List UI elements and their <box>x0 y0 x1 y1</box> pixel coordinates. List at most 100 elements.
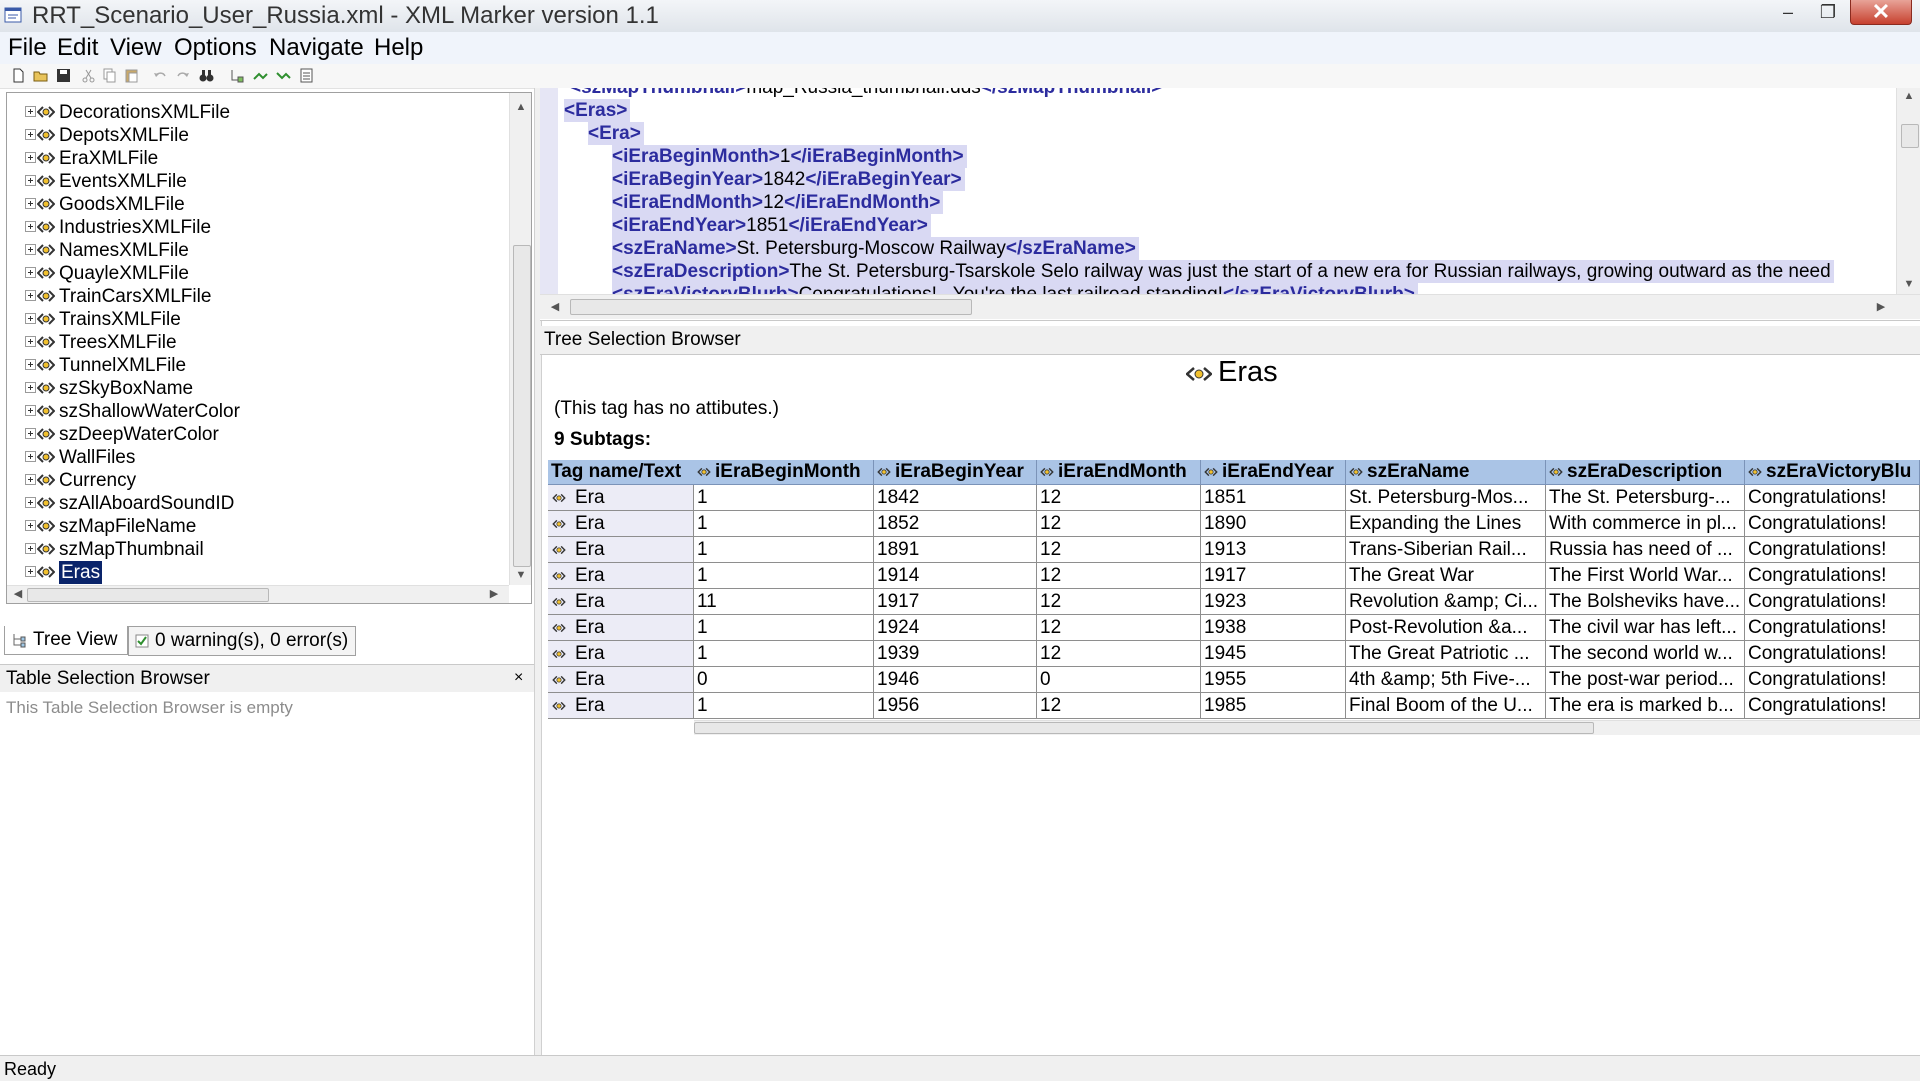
expand-icon[interactable] <box>25 566 36 577</box>
scroll-down-arrow[interactable]: ▼ <box>512 567 530 583</box>
table-cell[interactable]: 1945 <box>1201 641 1346 667</box>
save-icon[interactable] <box>55 67 72 84</box>
expand-icon[interactable] <box>25 359 36 370</box>
table-cell[interactable]: Trans-Siberian Rail... <box>1346 537 1546 563</box>
table-cell[interactable]: 1 <box>694 615 874 641</box>
tree-horizontal-scrollbar[interactable]: ◀ ▶ <box>7 585 509 603</box>
scroll-right-arrow[interactable]: ▶ <box>1874 299 1888 315</box>
column-header[interactable]: iEraEndYear <box>1201 460 1346 485</box>
table-cell[interactable]: 1917 <box>1201 563 1346 589</box>
expand-icon[interactable] <box>25 382 36 393</box>
column-header[interactable]: szEraDescription <box>1546 460 1745 485</box>
table-cell[interactable]: 1914 <box>874 563 1037 589</box>
grid-horizontal-scrollbar[interactable] <box>694 720 1920 735</box>
paste-icon[interactable] <box>123 67 140 84</box>
table-cell[interactable]: Post-Revolution &a... <box>1346 615 1546 641</box>
xml-line[interactable]: <Eras> <box>564 99 631 122</box>
row-tag-cell[interactable]: Era <box>548 667 694 693</box>
properties-icon[interactable] <box>298 67 315 84</box>
tree-vertical-scrollbar[interactable]: ▲ ▼ <box>509 93 531 585</box>
table-cell[interactable]: The St. Petersburg-... <box>1546 485 1745 511</box>
table-cell[interactable]: The Bolsheviks have... <box>1546 589 1745 615</box>
expand-icon[interactable] <box>25 267 36 278</box>
table-cell[interactable]: 1851 <box>1201 485 1346 511</box>
editor-horizontal-scrollbar[interactable]: ◀ ▶ <box>540 294 1920 319</box>
column-header[interactable]: iEraBeginYear <box>874 460 1037 485</box>
column-header[interactable]: iEraEndMonth <box>1037 460 1201 485</box>
minimize-button[interactable]: ‒ <box>1768 0 1808 24</box>
expand-icon[interactable] <box>25 474 36 485</box>
table-cell[interactable]: The civil war has left... <box>1546 615 1745 641</box>
table-cell[interactable]: Final Boom of the U... <box>1346 693 1546 719</box>
table-cell[interactable]: 1 <box>694 485 874 511</box>
table-cell[interactable]: 1852 <box>874 511 1037 537</box>
column-header[interactable]: Tag name/Text <box>548 460 697 485</box>
row-tag-cell[interactable]: Era <box>548 589 694 615</box>
table-cell[interactable]: 11 <box>694 589 874 615</box>
column-header[interactable]: szEraName <box>1346 460 1546 485</box>
table-cell[interactable]: Congratulations! <box>1745 537 1920 563</box>
row-tag-cell[interactable]: Era <box>548 511 694 537</box>
table-cell[interactable]: 1939 <box>874 641 1037 667</box>
scroll-down-arrow[interactable]: ▼ <box>1901 276 1917 292</box>
table-cell[interactable]: The Great War <box>1346 563 1546 589</box>
table-cell[interactable]: 1917 <box>874 589 1037 615</box>
table-cell[interactable]: 12 <box>1037 563 1201 589</box>
find-icon[interactable] <box>198 67 215 84</box>
expand-icon[interactable] <box>25 244 36 255</box>
table-cell[interactable]: The post-war period... <box>1546 667 1745 693</box>
table-cell[interactable]: 1 <box>694 537 874 563</box>
close-icon[interactable]: × <box>514 669 523 687</box>
expand-icon[interactable] <box>25 520 36 531</box>
table-cell[interactable]: 1924 <box>874 615 1037 641</box>
expand-icon[interactable] <box>25 106 36 117</box>
table-cell[interactable]: 1 <box>694 693 874 719</box>
table-cell[interactable]: The era is marked b... <box>1546 693 1745 719</box>
table-cell[interactable]: 1890 <box>1201 511 1346 537</box>
table-cell[interactable]: 1 <box>694 511 874 537</box>
table-cell[interactable]: Congratulations! <box>1745 511 1920 537</box>
scroll-thumb[interactable] <box>570 299 972 315</box>
expand-icon[interactable] <box>25 405 36 416</box>
table-cell[interactable]: 12 <box>1037 615 1201 641</box>
tab-warnings[interactable]: 0 warning(s), 0 error(s) <box>128 626 356 656</box>
table-cell[interactable]: 1938 <box>1201 615 1346 641</box>
table-cell[interactable]: 0 <box>694 667 874 693</box>
expand-icon[interactable] <box>25 451 36 462</box>
table-cell[interactable]: With commerce in pl... <box>1546 511 1745 537</box>
row-tag-cell[interactable]: Era <box>548 563 694 589</box>
maximize-button[interactable]: ❐ <box>1808 0 1848 24</box>
table-cell[interactable]: The First World War... <box>1546 563 1745 589</box>
expand-icon[interactable] <box>25 313 36 324</box>
table-cell[interactable]: 1891 <box>874 537 1037 563</box>
menu-file[interactable]: File <box>8 34 47 62</box>
menu-navigate[interactable]: Navigate <box>269 34 364 62</box>
scroll-thumb[interactable] <box>694 722 1594 734</box>
table-cell[interactable]: Russia has need of ... <box>1546 537 1745 563</box>
menu-edit[interactable]: Edit <box>57 34 98 62</box>
menu-help[interactable]: Help <box>374 34 423 62</box>
menu-options[interactable]: Options <box>174 34 257 62</box>
xml-line[interactable]: <iEraEndYear>1851</iEraEndYear> <box>612 214 931 237</box>
add-child-icon[interactable] <box>228 67 245 84</box>
table-cell[interactable]: 1946 <box>874 667 1037 693</box>
table-cell[interactable]: 1956 <box>874 693 1037 719</box>
row-tag-cell[interactable]: Era <box>548 615 694 641</box>
table-cell[interactable]: The Great Patriotic ... <box>1346 641 1546 667</box>
expand-icon[interactable] <box>25 221 36 232</box>
scroll-thumb[interactable] <box>1901 124 1919 148</box>
table-cell[interactable]: 12 <box>1037 537 1201 563</box>
table-cell[interactable]: 1985 <box>1201 693 1346 719</box>
scroll-up-arrow[interactable]: ▲ <box>512 99 530 115</box>
table-cell[interactable]: Congratulations! <box>1745 589 1920 615</box>
expand-icon[interactable] <box>25 336 36 347</box>
table-cell[interactable]: Expanding the Lines <box>1346 511 1546 537</box>
scroll-left-arrow[interactable]: ◀ <box>548 299 562 315</box>
move-down-icon[interactable] <box>275 67 292 84</box>
xml-line[interactable]: <szEraDescription>The St. Petersburg-Tsa… <box>612 260 1834 283</box>
table-cell[interactable]: 12 <box>1037 641 1201 667</box>
row-tag-cell[interactable]: Era <box>548 485 694 511</box>
table-cell[interactable]: 12 <box>1037 589 1201 615</box>
table-cell[interactable]: 1 <box>694 563 874 589</box>
column-header[interactable]: szEraVictoryBlu <box>1745 460 1920 485</box>
